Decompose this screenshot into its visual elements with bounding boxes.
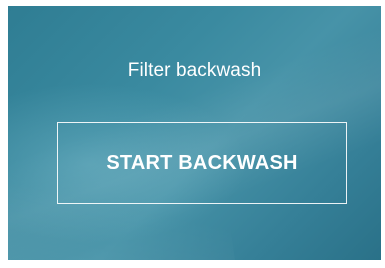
screen-frame: Filter backwash START BACKWASH [0, 0, 385, 268]
start-backwash-label: START BACKWASH [106, 151, 298, 174]
control-panel: Filter backwash START BACKWASH [8, 6, 381, 260]
start-backwash-button[interactable]: START BACKWASH [57, 122, 347, 204]
screen-title: Filter backwash [127, 60, 262, 81]
